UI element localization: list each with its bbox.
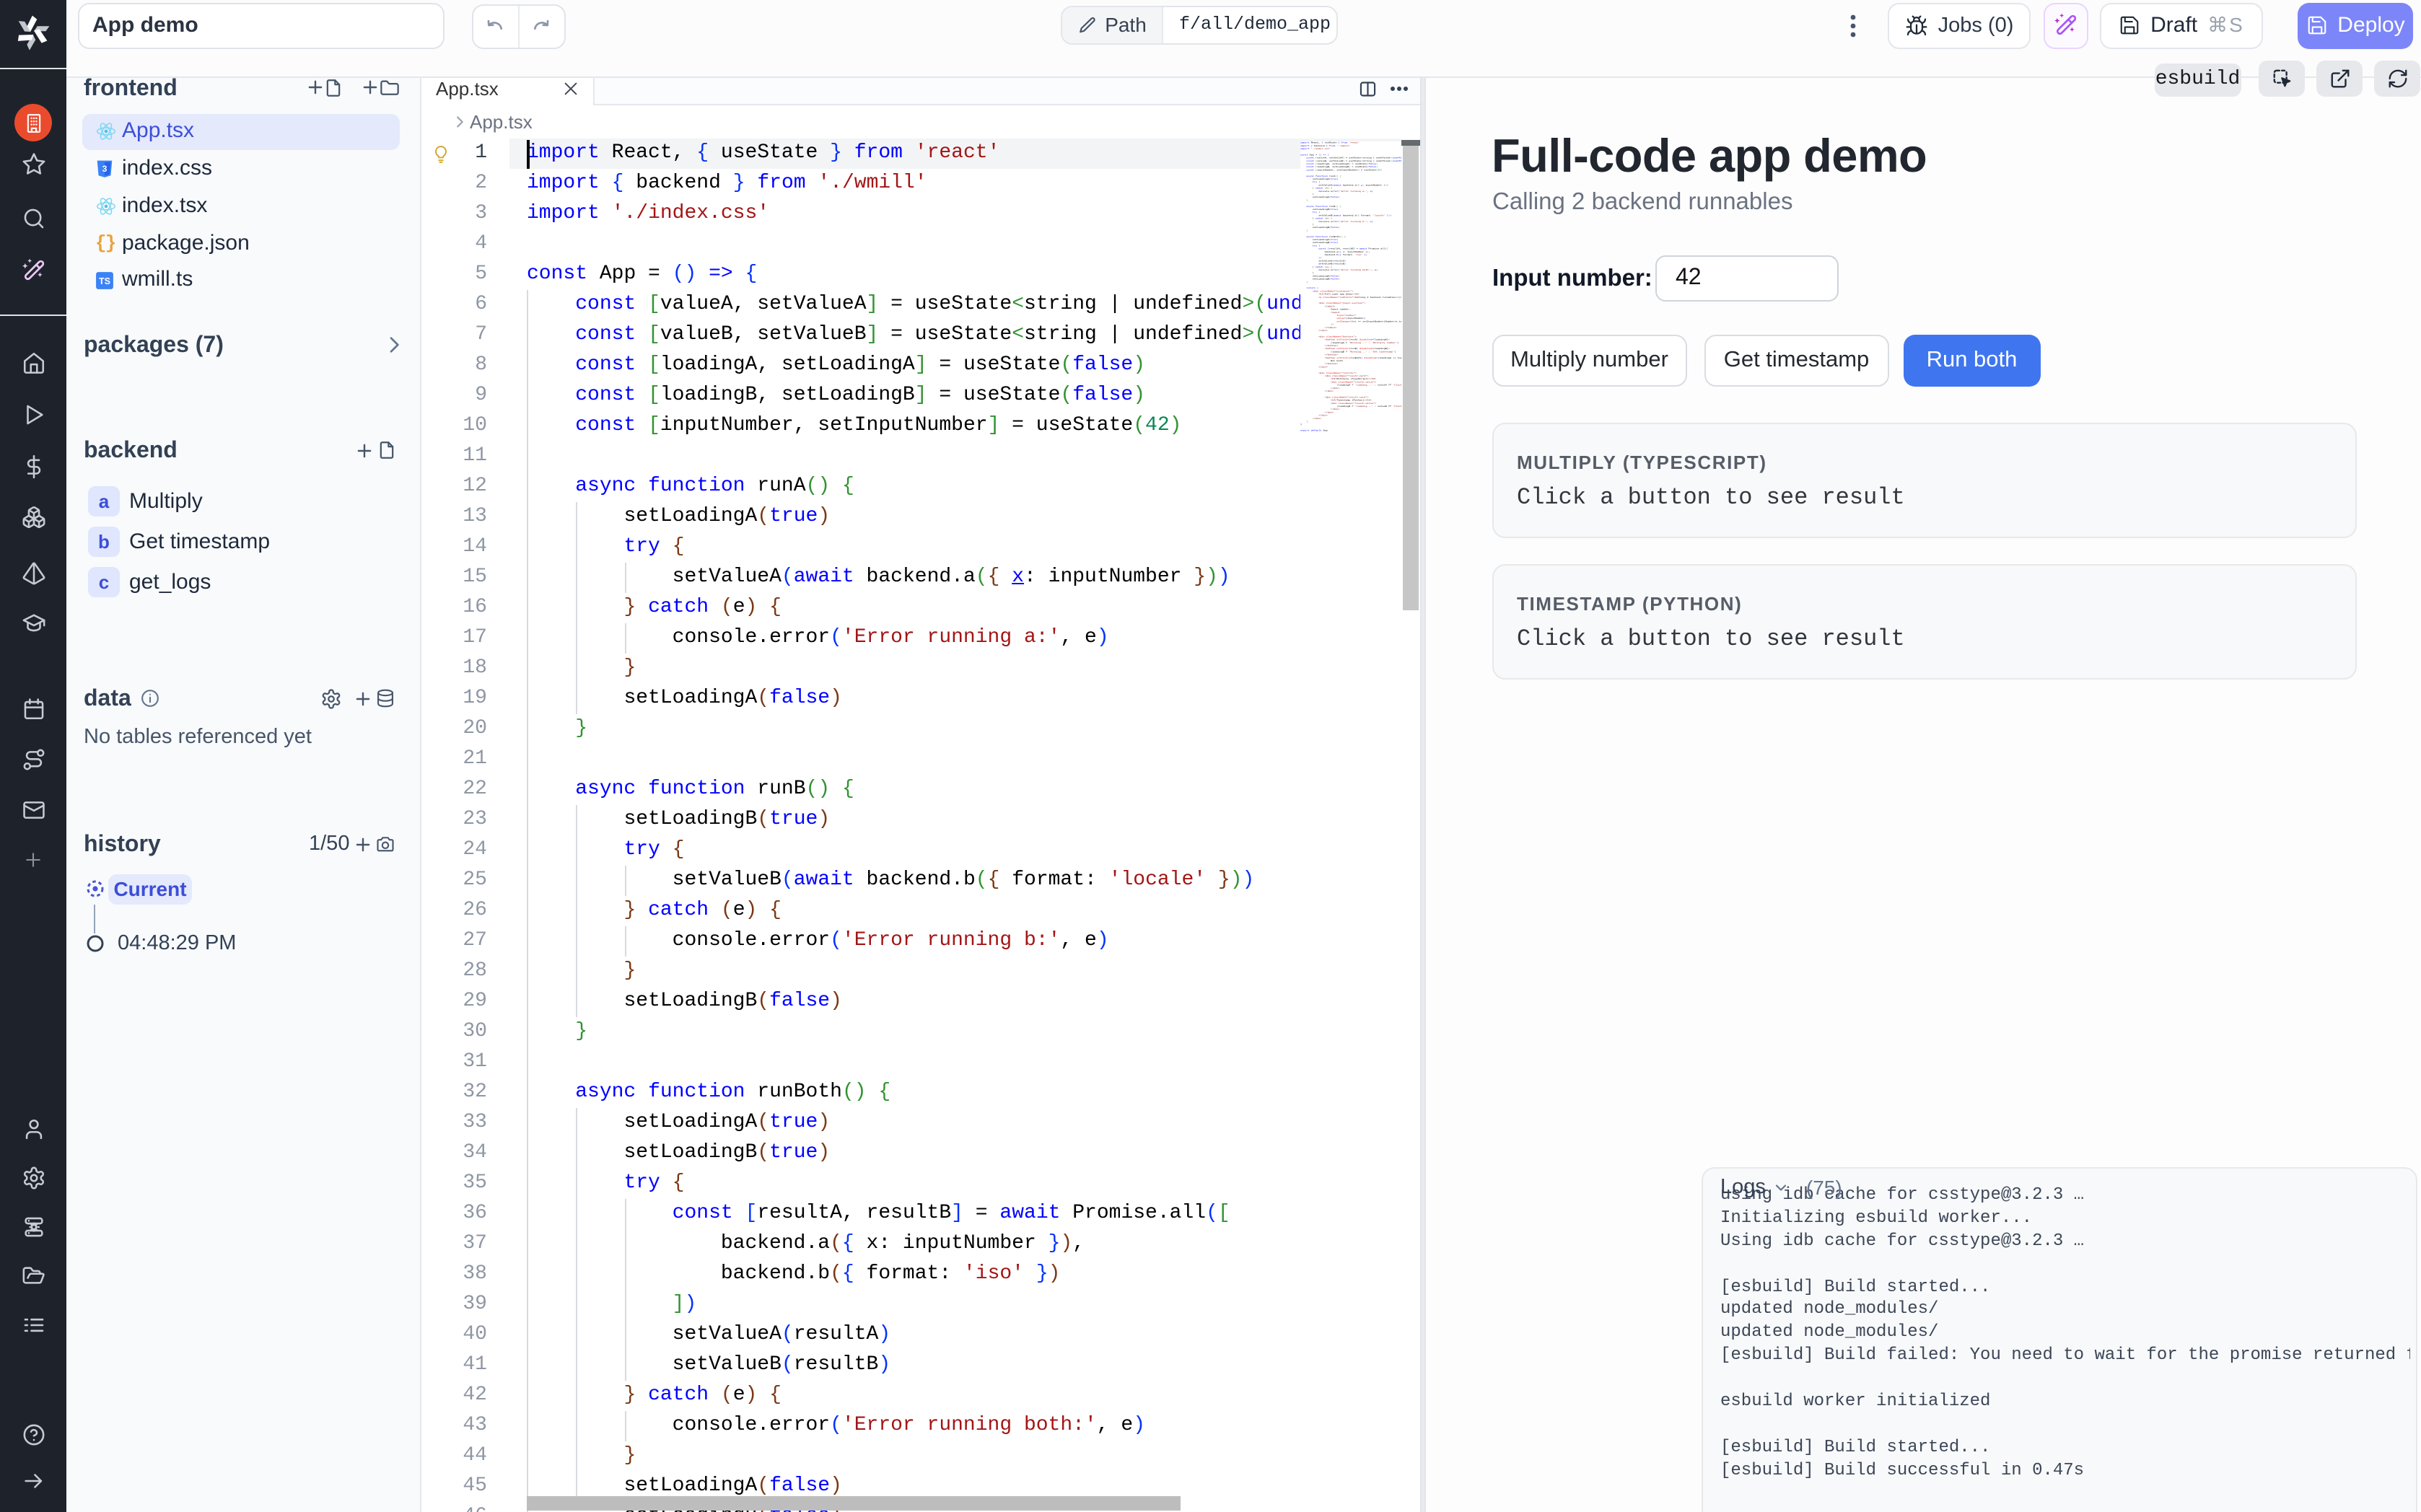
svg-text:3: 3 — [102, 164, 108, 174]
svg-text:TS: TS — [99, 276, 110, 286]
